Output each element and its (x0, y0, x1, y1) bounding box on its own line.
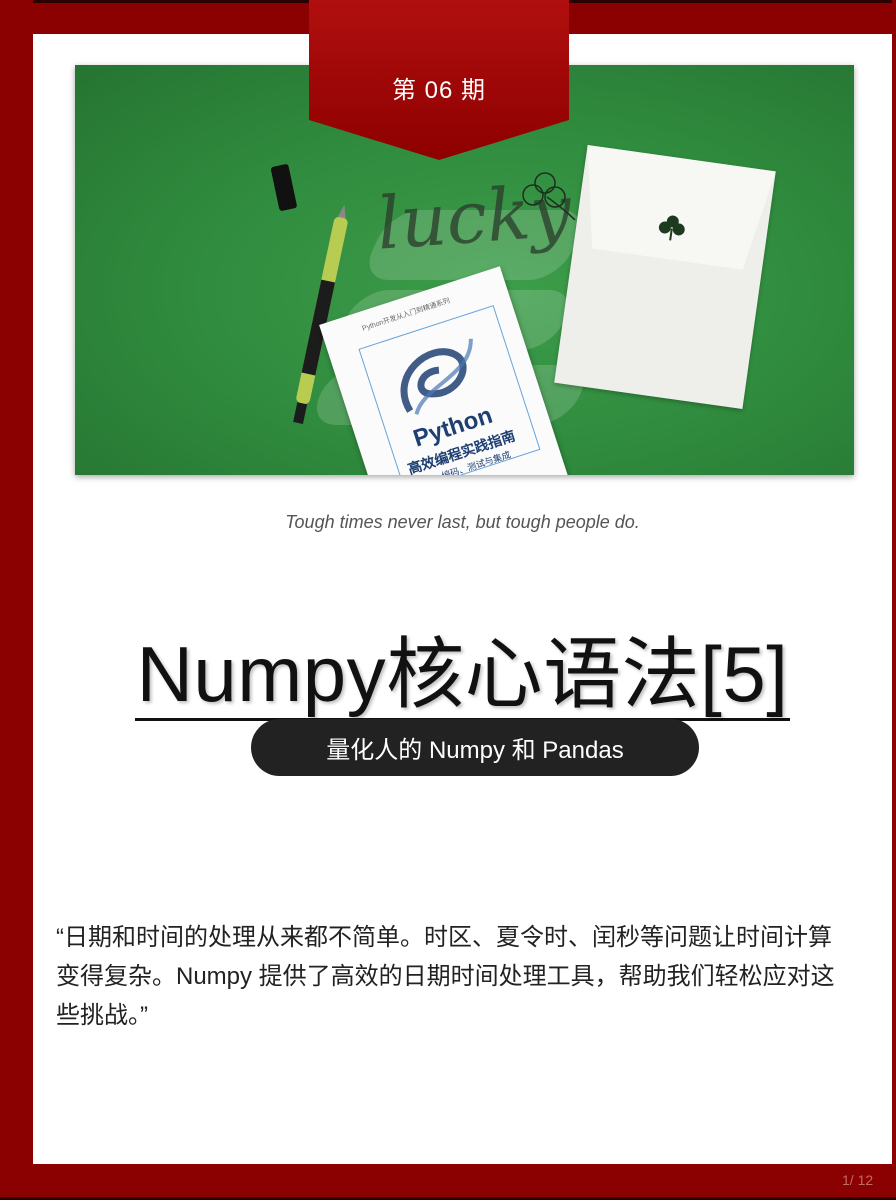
subtitle-pill: 量化人的 Numpy 和 Pandas (251, 719, 699, 776)
left-frame-bar (0, 0, 33, 1200)
bottom-frame-bar (0, 1164, 896, 1200)
right-frame-bar (892, 0, 896, 1200)
envelope (554, 144, 776, 410)
issue-label: 第 06 期 (391, 77, 487, 104)
clover-icon (522, 172, 576, 221)
clover-stamp-icon (658, 215, 685, 241)
intro-paragraph: “日期和时间的处理从来都不简单。时区、夏令时、闰秒等问题让时间计算变得复杂。Nu… (56, 924, 835, 1029)
page-title-text: Numpy核心语法[5] (134, 630, 791, 721)
page-title: Numpy核心语法[5] (33, 612, 892, 724)
page-number: 1/ 12 (842, 1172, 874, 1188)
english-quote: Tough times never last, but tough people… (285, 512, 640, 532)
pen-illustration (270, 164, 348, 424)
